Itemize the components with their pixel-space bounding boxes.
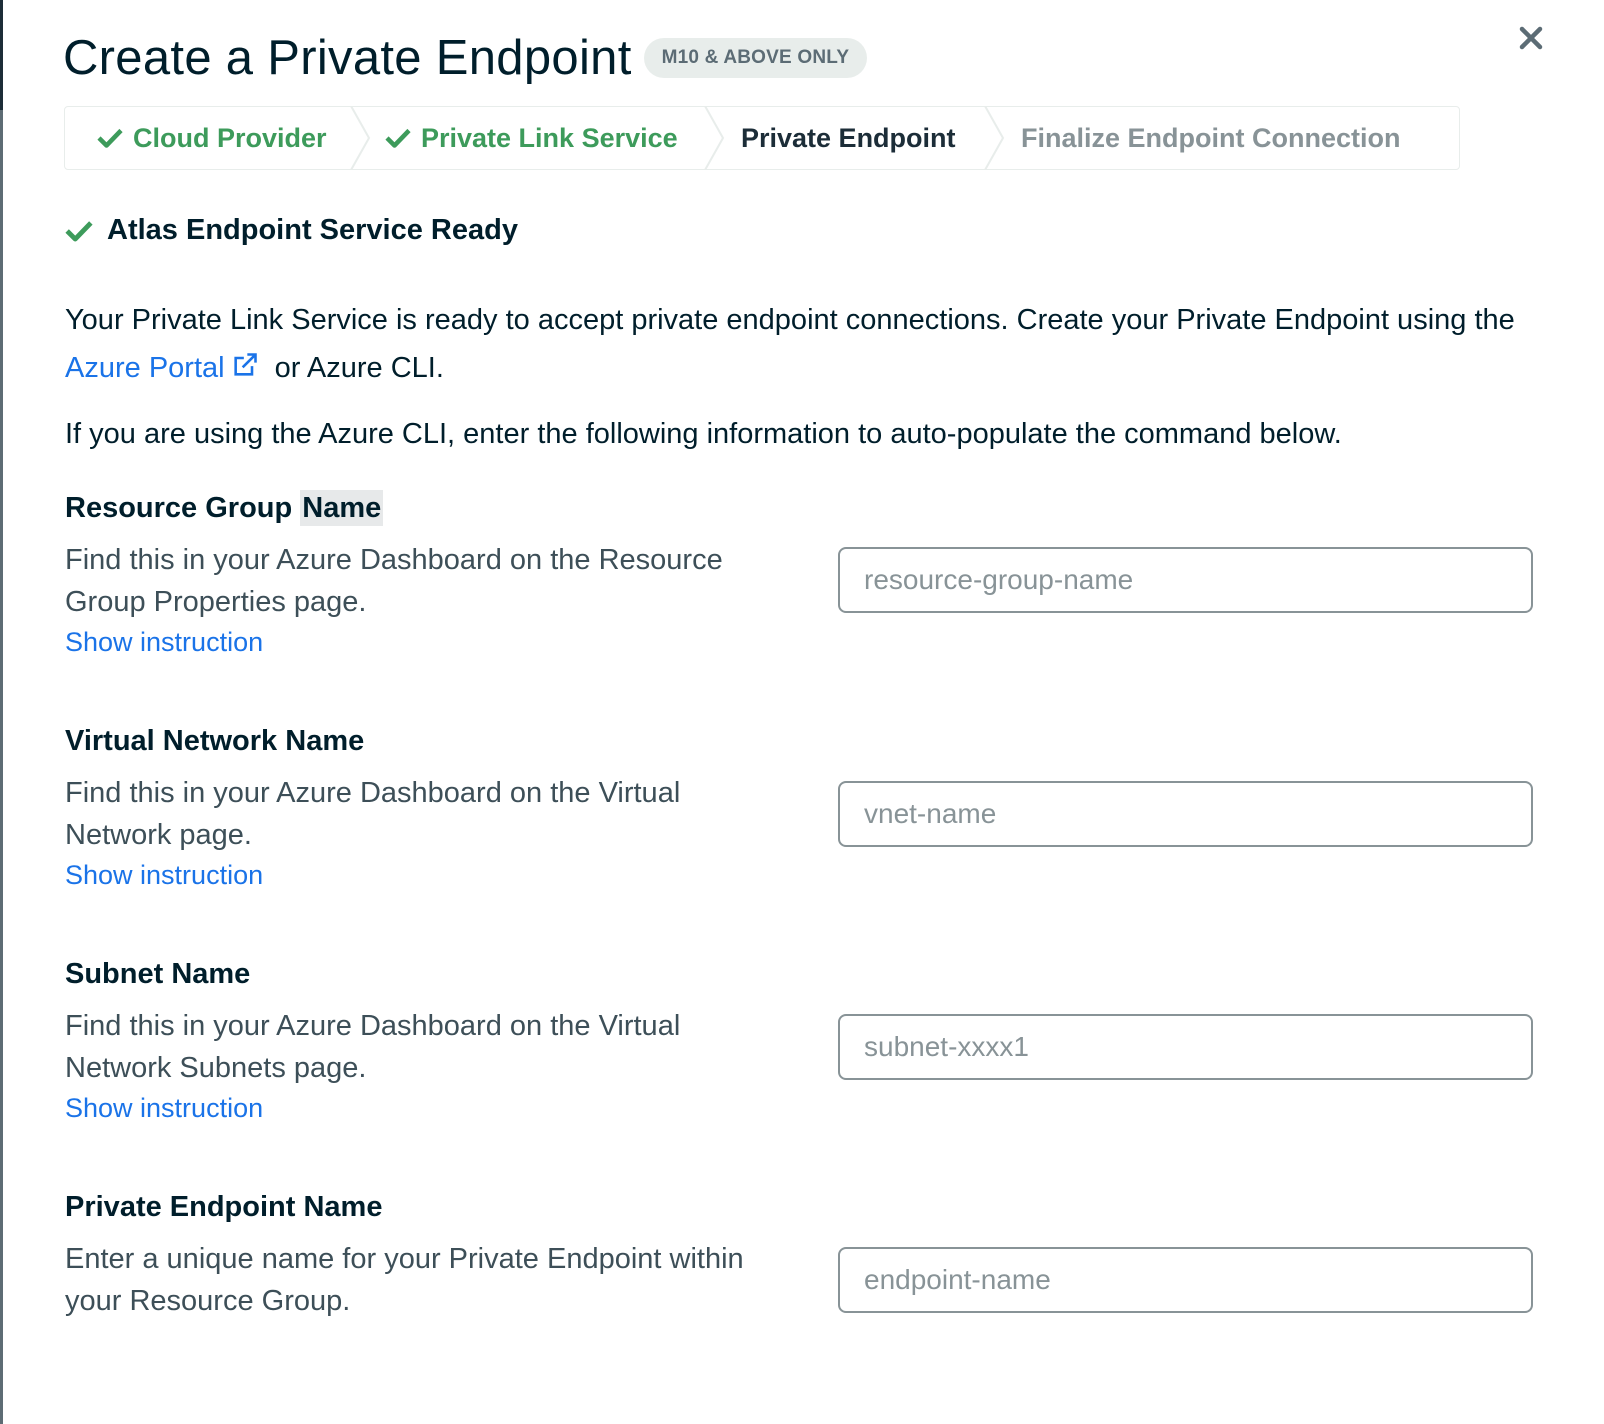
field-description: Enter a unique name for your Private End… (65, 1243, 744, 1317)
intro-text-end: or Azure CLI. (266, 352, 444, 384)
intro-text: Your Private Link Service is ready to ac… (65, 304, 1515, 336)
show-instruction-link[interactable]: Show instruction (65, 1093, 263, 1124)
wizard-steps: Cloud Provider Private Link Service Priv… (64, 106, 1460, 170)
modal-header: Create a Private Endpoint M10 & ABOVE ON… (63, 30, 868, 86)
field-label: Virtual Network Name (65, 725, 365, 757)
field-label: Private Endpoint Name (65, 1191, 383, 1223)
create-private-endpoint-modal: Create a Private Endpoint M10 & ABOVE ON… (3, 0, 1604, 1424)
resource-group-input[interactable] (838, 547, 1533, 613)
check-icon (65, 220, 93, 242)
close-icon (1519, 26, 1543, 50)
step-label: Private Link Service (421, 122, 678, 153)
step-finalize-endpoint-connection[interactable]: Finalize Endpoint Connection (1007, 107, 1400, 169)
field-label-part: Resource Group (65, 492, 301, 524)
field-resource-group: Resource Group Name Find this in your Az… (65, 488, 1561, 658)
field-subnet: Subnet Name Find this in your Azure Dash… (65, 954, 1561, 1124)
check-icon (385, 128, 411, 148)
step-private-endpoint[interactable]: Private Endpoint (727, 107, 983, 169)
show-instruction-link[interactable]: Show instruction (65, 627, 263, 658)
field-label-highlight: Name (300, 490, 384, 526)
field-private-endpoint-name: Private Endpoint Name Enter a unique nam… (65, 1187, 1561, 1322)
external-link-icon[interactable] (231, 351, 259, 379)
step-separator (703, 106, 727, 171)
check-icon (97, 128, 123, 148)
show-instruction-link[interactable]: Show instruction (65, 860, 263, 891)
vnet-name-input[interactable] (838, 781, 1533, 847)
field-label: Resource Group Name (65, 488, 1561, 528)
close-button[interactable] (1511, 18, 1551, 58)
status-ready: Atlas Endpoint Service Ready (65, 214, 518, 247)
field-virtual-network: Virtual Network Name Find this in your A… (65, 721, 1561, 891)
subnet-name-input[interactable] (838, 1014, 1533, 1080)
step-separator (983, 106, 1007, 171)
intro-paragraph: Your Private Link Service is ready to ac… (65, 296, 1555, 392)
field-description: Find this in your Azure Dashboard on the… (65, 544, 723, 618)
step-private-link-service[interactable]: Private Link Service (373, 107, 703, 169)
field-description: Find this in your Azure Dashboard on the… (65, 1010, 681, 1084)
cli-instructions: If you are using the Azure CLI, enter th… (65, 418, 1342, 450)
step-label: Cloud Provider (133, 122, 327, 153)
field-label: Subnet Name (65, 958, 251, 990)
step-separator (349, 106, 373, 171)
step-label: Private Endpoint (741, 122, 956, 153)
step-label: Finalize Endpoint Connection (1021, 122, 1401, 153)
endpoint-name-input[interactable] (838, 1247, 1533, 1313)
step-cloud-provider[interactable]: Cloud Provider (65, 107, 349, 169)
modal-title: Create a Private Endpoint (63, 31, 632, 85)
tier-badge: M10 & ABOVE ONLY (643, 38, 868, 78)
field-description: Find this in your Azure Dashboard on the… (65, 777, 681, 851)
status-text: Atlas Endpoint Service Ready (107, 214, 518, 246)
azure-portal-link[interactable]: Azure Portal (65, 352, 225, 384)
